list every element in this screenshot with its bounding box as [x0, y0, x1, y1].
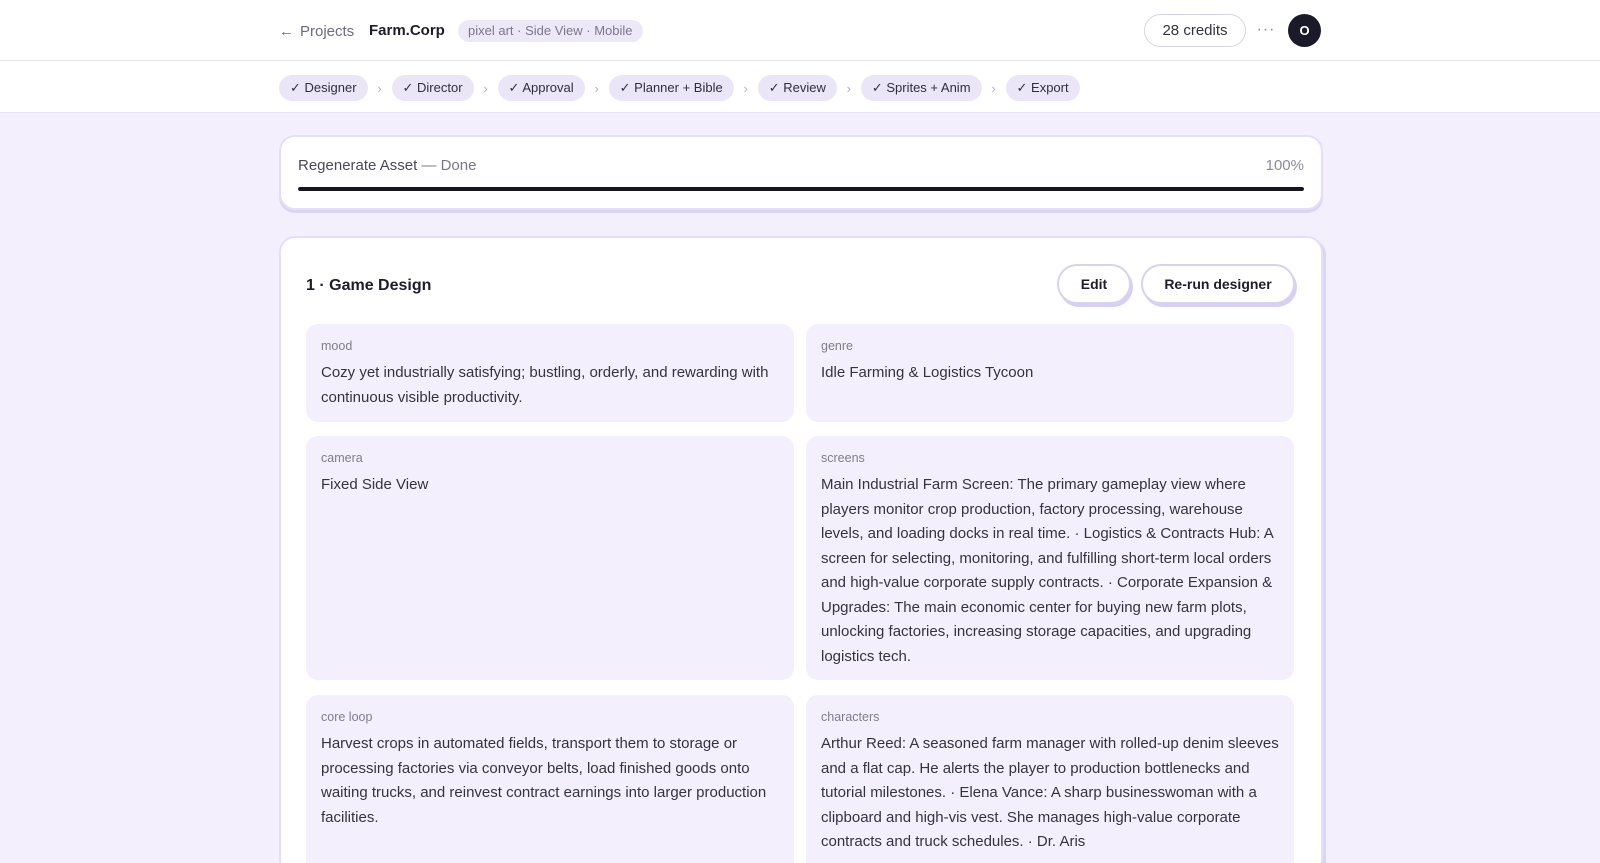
progress-bar — [298, 187, 1304, 191]
chevron-right-icon: › — [991, 80, 996, 96]
field-camera: camera Fixed Side View — [306, 436, 794, 680]
field-value: Harvest crops in automated fields, trans… — [321, 735, 767, 826]
step-sprites-anim[interactable]: ✓ Sprites + Anim — [860, 75, 982, 101]
field-label: mood — [321, 339, 353, 353]
game-design-card: 1 · Game Design Edit Re-run designer moo… — [279, 236, 1323, 863]
chevron-right-icon: › — [743, 80, 748, 96]
field-mood: mood Cozy yet industrially satisfying; b… — [306, 324, 794, 422]
progress-percent: 100% — [1265, 157, 1304, 174]
field-label: genre — [821, 339, 853, 353]
field-genre: genre Idle Farming & Logistics Tycoon — [806, 324, 1294, 422]
more-options-icon[interactable]: ··· — [1256, 18, 1276, 42]
field-core-loop: core loop Harvest crops in automated fie… — [306, 695, 794, 863]
chevron-right-icon: › — [846, 80, 852, 96]
arrow-left-icon: ← — [279, 22, 294, 40]
field-value: Cozy yet industrially satisfying; bustli… — [321, 364, 769, 406]
progress-task: Regenerate Asset — [298, 157, 418, 174]
project-tag: pixel art · Side View · Mobile — [458, 20, 643, 42]
step-review[interactable]: ✓ Review — [757, 75, 837, 101]
rerun-designer-button[interactable]: Re-run designer — [1141, 264, 1295, 304]
field-label: camera — [321, 451, 363, 465]
edit-button[interactable]: Edit — [1057, 264, 1131, 304]
step-designer[interactable]: ✓ Designer — [279, 75, 368, 101]
step-director[interactable]: ✓ Director — [391, 75, 474, 101]
step-planner-bible[interactable]: ✓ Planner + Bible — [608, 75, 734, 101]
field-label: core loop — [321, 710, 373, 724]
back-label: Projects — [300, 22, 355, 40]
project-name: Farm.Corp — [369, 22, 445, 39]
progress-label: Regenerate Asset — Done — [298, 157, 476, 174]
progress-status: — Done — [421, 157, 477, 174]
step-export[interactable]: ✓ Export — [1005, 75, 1080, 101]
avatar[interactable]: O — [1288, 14, 1321, 47]
credits-badge[interactable]: 28 credits — [1144, 14, 1246, 47]
section-title: 1 · Game Design — [306, 277, 432, 294]
field-value: Arthur Reed: A seasoned farm manager wit… — [821, 735, 1279, 850]
field-value: Main Industrial Farm Screen: The primary… — [821, 476, 1273, 665]
back-to-projects-link[interactable]: ← Projects — [279, 20, 354, 42]
field-characters: characters Arthur Reed: A seasoned farm … — [806, 695, 1294, 863]
field-value: Idle Farming & Logistics Tycoon — [821, 364, 1034, 381]
pipeline-steps-bar: ✓ Designer › ✓ Director › ✓ Approval › ✓… — [0, 61, 1600, 113]
chevron-right-icon: › — [483, 80, 488, 96]
field-label: screens — [821, 451, 865, 465]
chevron-right-icon: › — [377, 80, 382, 96]
regenerate-progress-card: Regenerate Asset — Done 100% — [279, 135, 1323, 210]
top-header: ← Projects Farm.Corp pixel art · Side Vi… — [0, 0, 1600, 61]
field-value: Fixed Side View — [321, 476, 429, 493]
field-label: characters — [821, 710, 880, 724]
progress-bar-fill — [298, 187, 1304, 191]
step-approval[interactable]: ✓ Approval — [497, 75, 585, 101]
field-screens: screens Main Industrial Farm Screen: The… — [806, 436, 1294, 680]
pipeline-steps: ✓ Designer › ✓ Director › ✓ Approval › ✓… — [279, 75, 1080, 101]
chevron-right-icon: › — [594, 80, 599, 96]
